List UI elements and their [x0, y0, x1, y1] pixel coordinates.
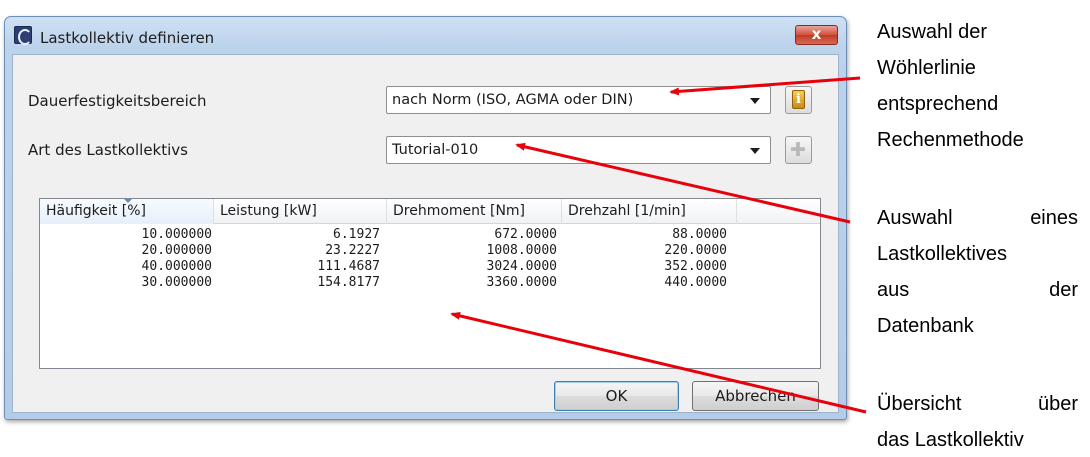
- column-header-frequency[interactable]: Häufigkeit [%]: [40, 199, 214, 224]
- info-button[interactable]: i: [785, 86, 812, 114]
- annotation-line: Auswahl der: [877, 21, 988, 43]
- annotation-word: der: [1049, 279, 1078, 301]
- table-row[interactable]: 10.000000 6.1927 672.0000 88.0000: [40, 227, 740, 243]
- endurance-range-select[interactable]: nach Norm (ISO, AGMA oder DIN): [386, 86, 771, 114]
- cell-speed: 220.0000: [664, 243, 727, 258]
- annotation-line: das Lastkollektiv: [877, 429, 1024, 451]
- app-logo-icon: [14, 26, 32, 45]
- endurance-range-label: Dauerfestigkeitsbereich: [28, 92, 207, 110]
- annotation-line: Rechenmethode: [877, 129, 1024, 151]
- column-header-label: Drehmoment [Nm]: [393, 203, 526, 219]
- table-header: Häufigkeit [%] Leistung [kW] Drehmoment …: [40, 199, 820, 224]
- add-icon: ✚: [790, 139, 806, 161]
- annotation-line: Auswahl eines: [877, 206, 1078, 230]
- annotation-word: aus: [877, 279, 910, 301]
- table-row[interactable]: 20.000000 23.2227 1008.0000 220.0000: [40, 243, 740, 259]
- column-header-speed[interactable]: Drehzahl [1/min]: [562, 199, 737, 224]
- annotation-line: aus der: [877, 278, 1078, 302]
- endurance-range-value: nach Norm (ISO, AGMA oder DIN): [392, 92, 634, 108]
- document-figure: Lastkollektiv definieren x Dauerfestigke…: [0, 0, 1090, 457]
- sort-indicator-icon: [124, 199, 132, 203]
- collective-type-select[interactable]: Tutorial-010: [386, 136, 771, 164]
- info-icon: i: [792, 90, 805, 109]
- collective-type-value: Tutorial-010: [392, 142, 479, 158]
- column-header-power[interactable]: Leistung [kW]: [214, 199, 387, 224]
- annotation-word: eines: [1030, 207, 1078, 229]
- close-button[interactable]: x: [795, 25, 838, 45]
- load-collective-table[interactable]: Häufigkeit [%] Leistung [kW] Drehmoment …: [39, 198, 821, 369]
- annotation-line: entsprechend: [877, 93, 999, 115]
- annotation-line: Wöhlerlinie: [877, 57, 976, 79]
- dialog-window: Lastkollektiv definieren x Dauerfestigke…: [4, 16, 847, 420]
- cell-speed: 88.0000: [672, 227, 727, 242]
- ok-button[interactable]: OK: [554, 381, 679, 411]
- annotation-line: Datenbank: [877, 315, 974, 337]
- table-row[interactable]: 40.000000 111.4687 3024.0000 352.0000: [40, 259, 740, 275]
- dialog-title: Lastkollektiv definieren: [40, 29, 215, 47]
- column-header-label: Drehzahl [1/min]: [568, 203, 686, 219]
- title-bar[interactable]: Lastkollektiv definieren x: [5, 17, 846, 47]
- column-header-label: Leistung [kW]: [220, 203, 317, 219]
- column-header-torque[interactable]: Drehmoment [Nm]: [387, 199, 562, 224]
- chevron-down-icon: [750, 148, 760, 154]
- annotation-word: über: [1037, 393, 1078, 415]
- table-row[interactable]: 30.000000 154.8177 3360.0000 440.0000: [40, 275, 740, 291]
- collective-type-label: Art des Lastkollektivs: [28, 141, 188, 159]
- annotation-overview: Übersicht über das Lastkollektiv: [877, 392, 1078, 452]
- annotation-woehler: Auswahl der Wöhlerlinie entsprechend Rec…: [877, 20, 1024, 152]
- annotation-line: Übersicht über: [877, 392, 1078, 416]
- cancel-button[interactable]: Abbrechen: [692, 381, 819, 411]
- annotation-word: Übersicht: [877, 393, 962, 415]
- annotation-word: Auswahl: [877, 207, 953, 229]
- dialog-body: Dauerfestigkeitsbereich nach Norm (ISO, …: [12, 54, 839, 413]
- add-button[interactable]: ✚: [785, 136, 812, 164]
- chevron-down-icon: [750, 98, 760, 104]
- annotation-kollektiv: Auswahl eines Lastkollektives aus der Da…: [877, 206, 1078, 338]
- annotation-line: Lastkollektives: [877, 243, 1008, 265]
- cell-speed: 440.0000: [664, 275, 727, 290]
- cell-speed: 352.0000: [664, 259, 727, 274]
- column-header-label: Häufigkeit [%]: [46, 203, 146, 219]
